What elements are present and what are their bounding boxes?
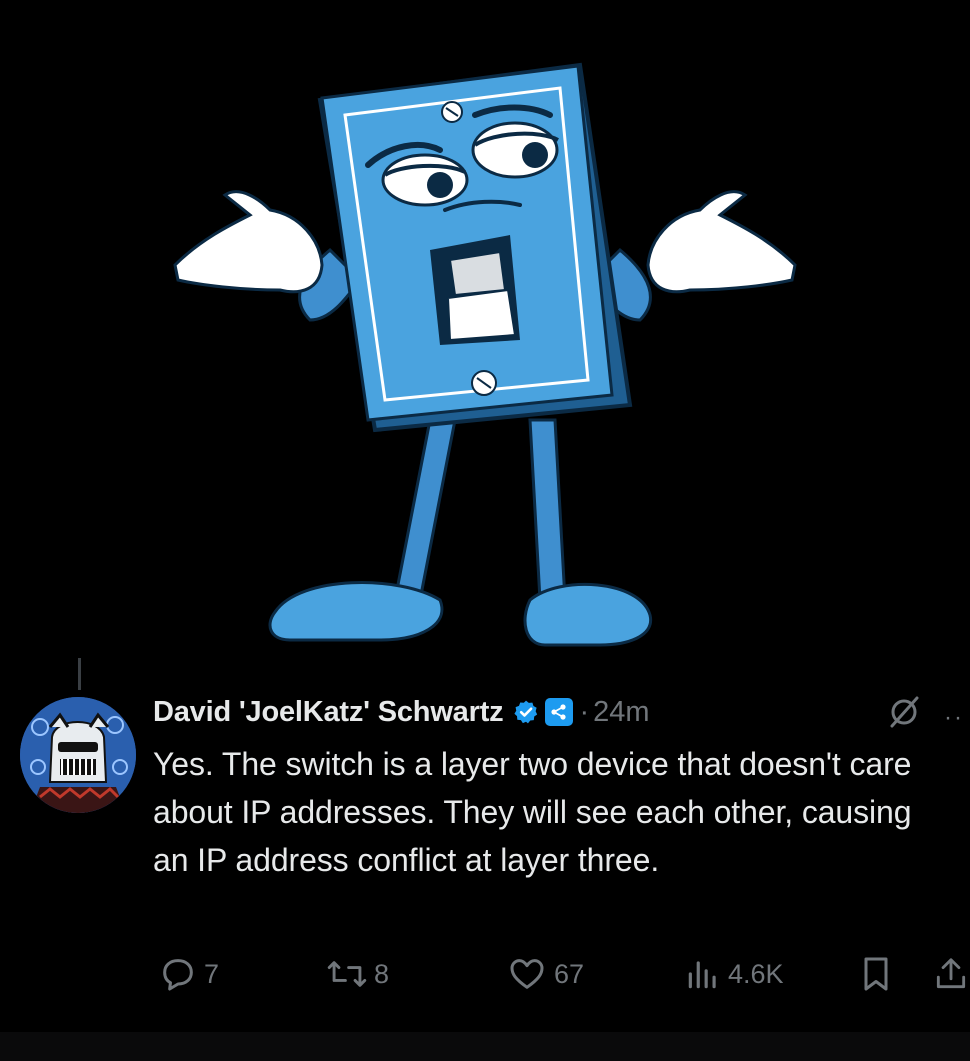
repost-count: 8 (374, 958, 390, 989)
timestamp-separator: · (579, 695, 590, 728)
bookmark-icon (864, 957, 888, 991)
like-icon (510, 959, 544, 989)
bottom-divider-bar (0, 1032, 970, 1061)
views-icon (688, 961, 716, 989)
author-name[interactable]: David 'JoelKatz' Schwartz (153, 696, 504, 729)
more-icon[interactable]: ·· (944, 704, 964, 732)
reply-button[interactable]: 7 (158, 950, 219, 998)
light-switch-illustration (173, 62, 797, 647)
share-button[interactable] (932, 950, 970, 998)
like-count: 67 (554, 958, 585, 989)
views-button[interactable]: 4.6K (684, 950, 784, 998)
repost-icon (327, 961, 367, 987)
share-icon (936, 958, 966, 989)
tweet-actions: 7 8 67 4.6K (0, 950, 970, 998)
tweet-header: David 'JoelKatz' Schwartz · 24m (153, 688, 650, 736)
reply-icon (163, 959, 193, 991)
avatar-image (20, 697, 136, 813)
tweet-text: Yes. The switch is a layer two device th… (153, 746, 912, 878)
affiliate-badge-icon[interactable] (545, 698, 574, 726)
timestamp[interactable]: 24m (593, 696, 649, 729)
thread-connector-line (78, 658, 81, 690)
reply-count: 7 (204, 958, 220, 989)
verified-badge-icon[interactable] (513, 699, 539, 725)
bookmark-button[interactable] (856, 950, 896, 998)
grok-icon[interactable] (884, 692, 924, 732)
like-button[interactable]: 67 (506, 950, 584, 998)
avatar[interactable] (20, 697, 136, 813)
views-count: 4.6K (728, 958, 784, 989)
repost-button[interactable]: 8 (326, 950, 389, 998)
